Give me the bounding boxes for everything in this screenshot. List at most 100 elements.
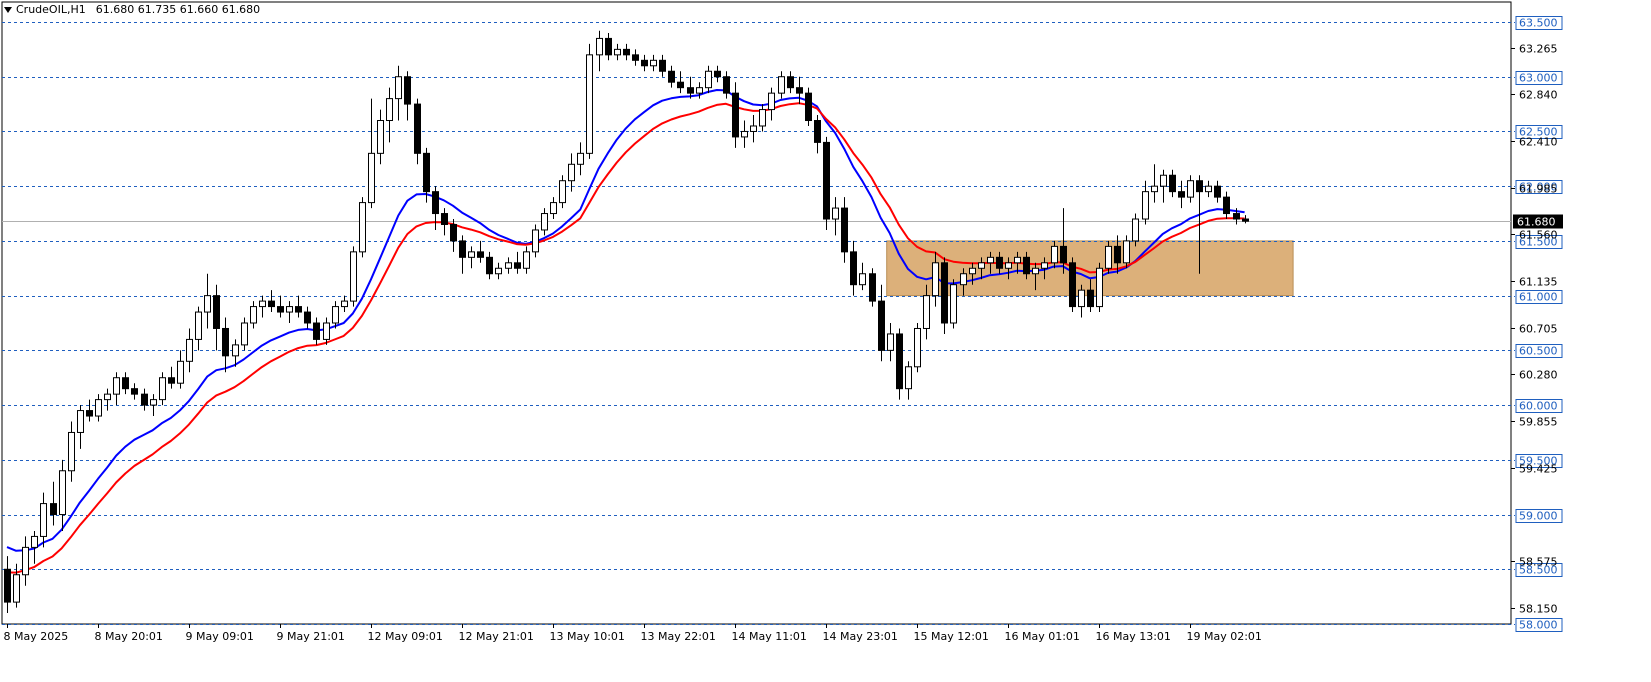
- grid-level-label: 63.500: [1519, 17, 1558, 30]
- candle-body: [241, 322, 248, 346]
- time-label: 14 May 23:01: [823, 630, 898, 643]
- candle: [59, 459, 66, 531]
- candle-body: [313, 322, 320, 340]
- candle-body: [514, 262, 521, 269]
- ma-fast-line: [6, 89, 1245, 552]
- candle: [896, 328, 903, 400]
- candle: [623, 43, 630, 61]
- candle-body: [614, 48, 621, 56]
- candle-body: [395, 76, 402, 100]
- candle-body: [705, 70, 712, 89]
- price-chart[interactable]: 58.00058.50059.00059.50060.00060.50061.0…: [0, 0, 1568, 646]
- candle-body: [259, 300, 266, 308]
- candle-body: [523, 251, 530, 269]
- candle-body: [1051, 245, 1058, 264]
- candle: [632, 49, 639, 66]
- candle-body: [1142, 191, 1149, 220]
- candle-body: [468, 251, 475, 258]
- candle-body: [623, 48, 630, 56]
- candle: [1205, 180, 1212, 198]
- candle: [177, 350, 184, 389]
- candles-layer: [4, 30, 1249, 614]
- candle-body: [1005, 262, 1012, 269]
- candle-body: [932, 262, 939, 297]
- candle-body: [368, 152, 375, 204]
- candle-body: [423, 152, 430, 193]
- candle-body: [1205, 185, 1212, 193]
- candle: [1242, 215, 1249, 224]
- candle: [95, 394, 102, 422]
- candle-body: [1060, 245, 1067, 264]
- price-tick-label: 61.560: [1519, 229, 1558, 242]
- candle: [1223, 191, 1230, 220]
- candle-body: [996, 256, 1003, 269]
- candle-body: [805, 92, 812, 122]
- candle-body: [50, 503, 57, 516]
- candle: [605, 32, 612, 61]
- candle: [259, 295, 266, 318]
- candle: [341, 295, 348, 313]
- candle: [195, 306, 202, 351]
- candle-body: [59, 470, 66, 516]
- candle-body: [77, 410, 84, 433]
- candle-body: [750, 125, 757, 132]
- candle: [641, 54, 648, 72]
- candle: [159, 372, 166, 406]
- candle-body: [1114, 245, 1121, 264]
- price-tick-label: 62.410: [1519, 136, 1558, 149]
- time-axis: 8 May 2025 8 May 20:01 9 May 09:01 9 May 21…: [4, 624, 1262, 643]
- candle-body: [386, 98, 393, 122]
- candle: [614, 43, 621, 61]
- candle: [514, 251, 521, 274]
- candle: [778, 71, 785, 99]
- candle-body: [1242, 218, 1249, 222]
- candle: [523, 246, 530, 274]
- candle: [796, 76, 803, 105]
- candle: [204, 273, 211, 329]
- candle: [395, 65, 402, 121]
- price-tick-label: 62.840: [1519, 89, 1558, 102]
- candle-body: [1069, 262, 1076, 308]
- candle-body: [978, 262, 985, 269]
- candle-body: [1223, 196, 1230, 215]
- candle-body: [960, 273, 967, 286]
- candle-body: [1078, 289, 1085, 308]
- candle-body: [814, 120, 821, 143]
- candle: [950, 279, 957, 329]
- candle-body: [1160, 174, 1167, 187]
- candle: [768, 87, 775, 121]
- price-tick-label: 61.985: [1519, 183, 1558, 196]
- candle-body: [450, 223, 457, 242]
- candle-body: [987, 256, 994, 264]
- candle-body: [486, 256, 493, 275]
- price-tick-label: 63.265: [1519, 43, 1558, 56]
- candle-body: [1214, 185, 1221, 198]
- time-label: 12 May 09:01: [368, 630, 443, 643]
- candle-body: [40, 503, 47, 537]
- candle: [122, 372, 129, 395]
- candle: [505, 257, 512, 274]
- candle: [1151, 164, 1158, 203]
- candle: [596, 30, 603, 72]
- candle-body: [250, 306, 257, 324]
- candle: [541, 208, 548, 236]
- time-label: 8 May 2025: [4, 630, 69, 643]
- candle-body: [359, 202, 366, 253]
- candle: [459, 235, 466, 274]
- candle-body: [204, 295, 211, 313]
- candle-body: [159, 377, 166, 401]
- candle: [250, 301, 257, 329]
- candle-body: [605, 37, 612, 56]
- candle: [50, 481, 57, 526]
- plot-frame: [1, 1, 1512, 625]
- candle: [532, 224, 539, 258]
- candle-body: [577, 152, 584, 165]
- candle-body: [286, 306, 293, 313]
- candle-body: [1032, 267, 1039, 275]
- candle-body: [668, 70, 675, 83]
- time-label: 12 May 21:01: [459, 630, 534, 643]
- candle-body: [131, 388, 138, 395]
- candle-body: [832, 207, 839, 220]
- candle-body: [268, 300, 275, 308]
- candle-body: [905, 366, 912, 390]
